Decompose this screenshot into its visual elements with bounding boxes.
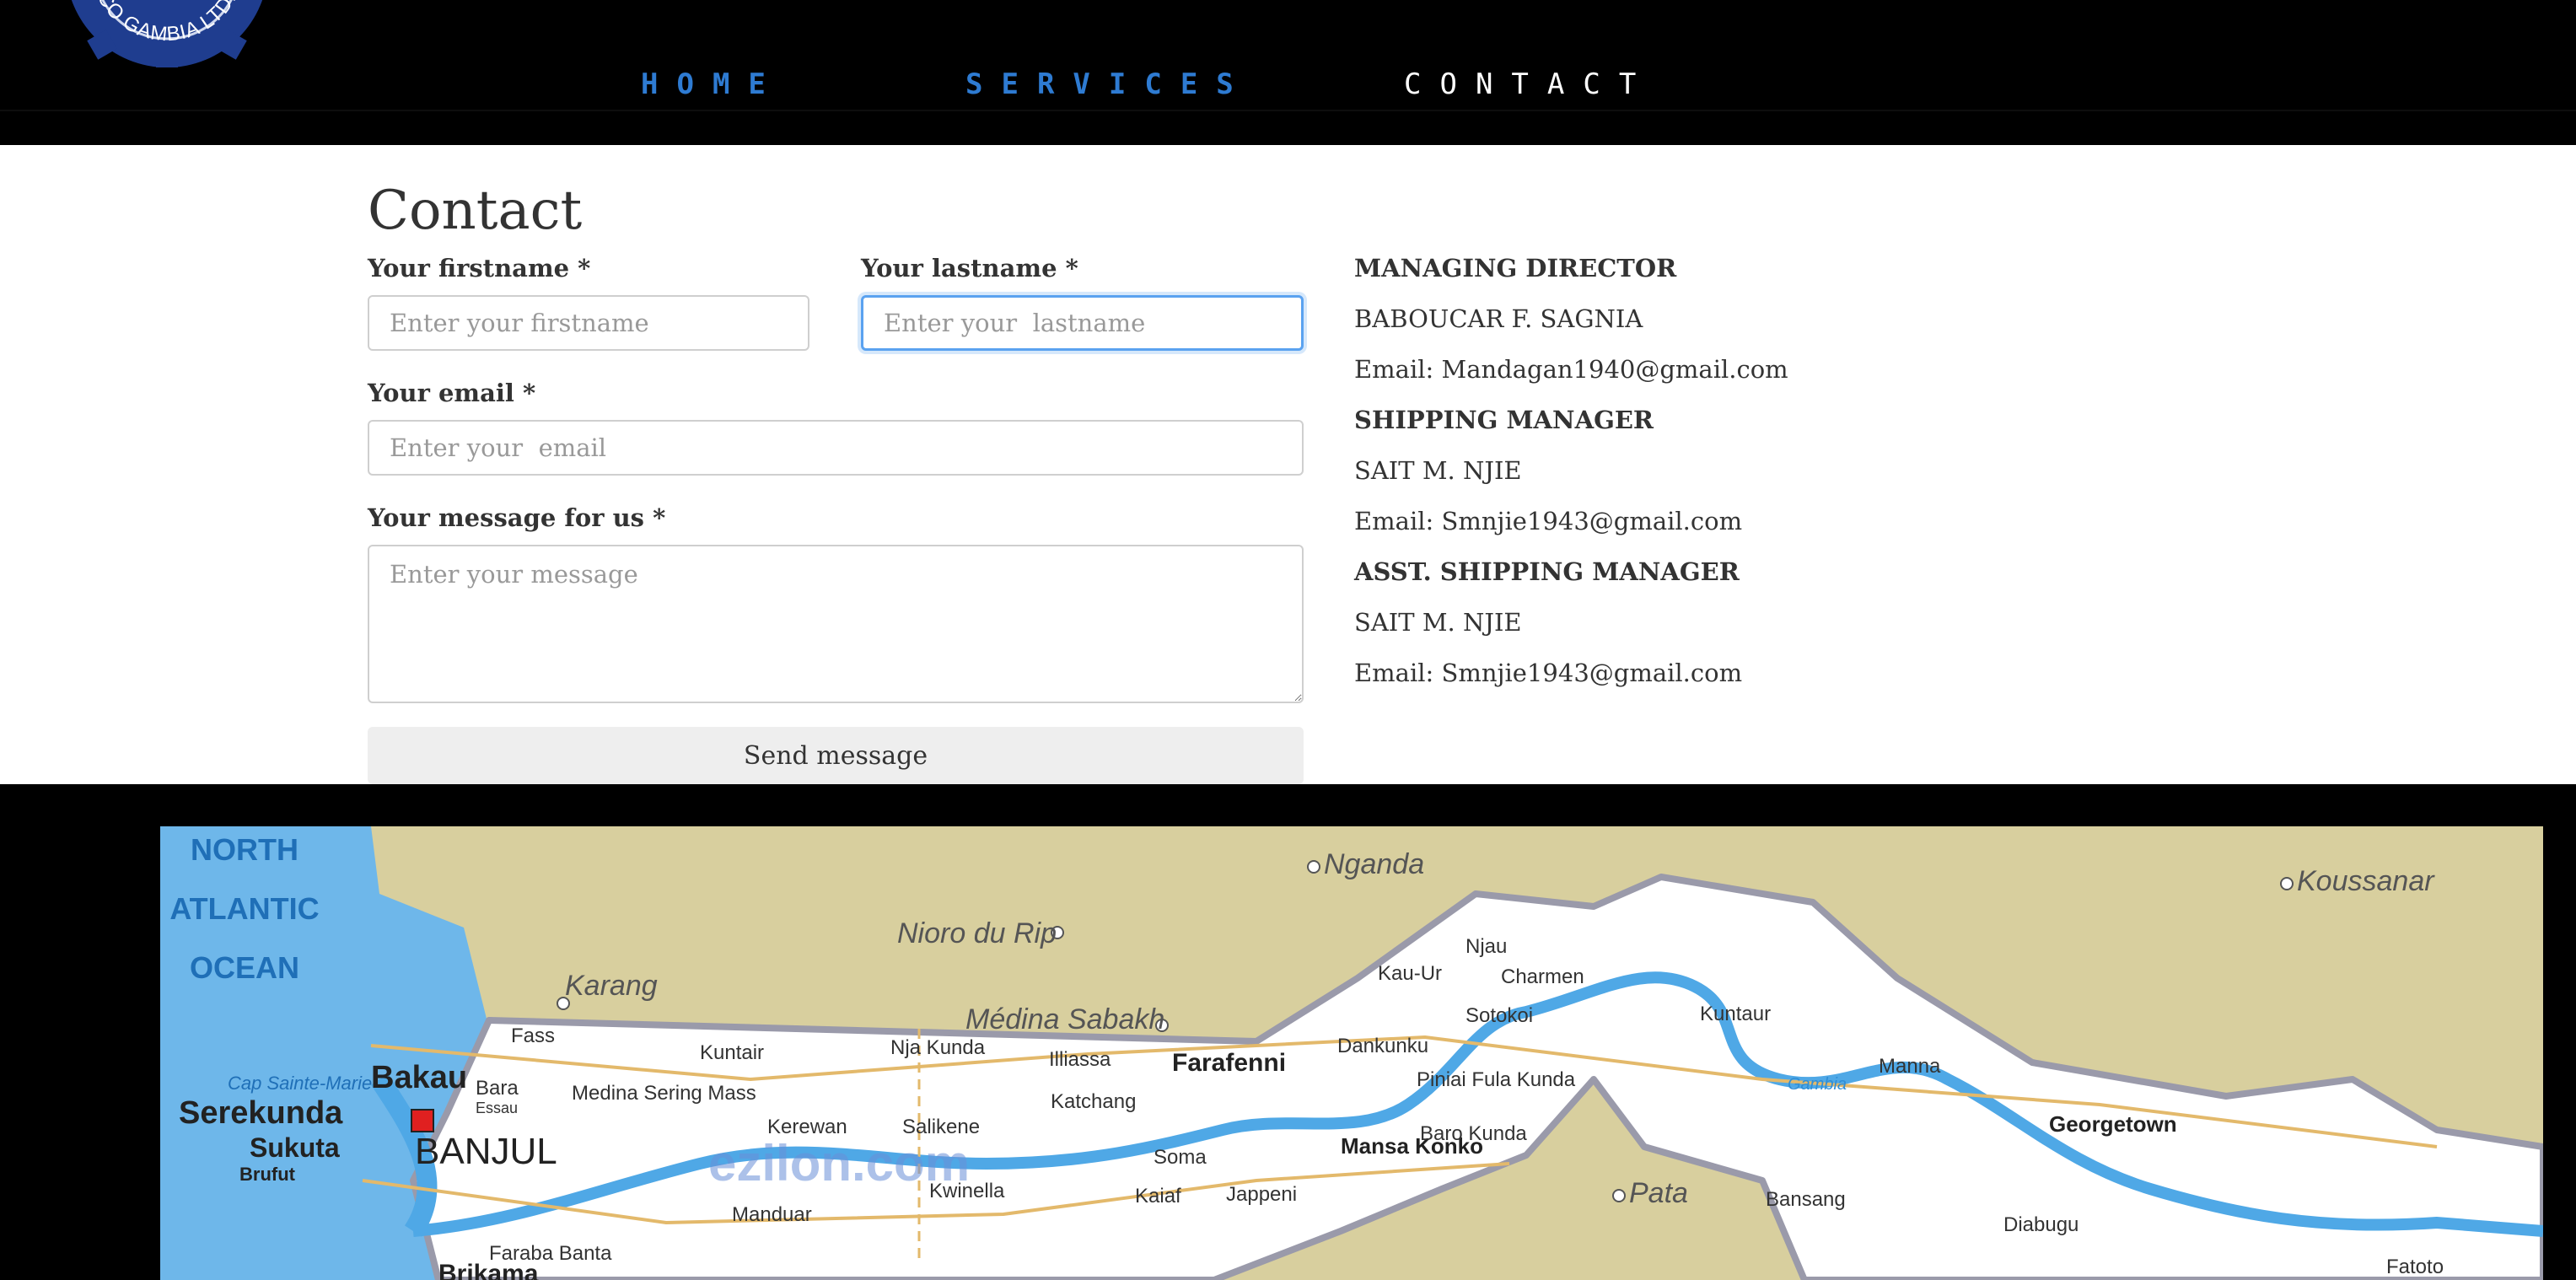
place-nganda: Nganda: [1324, 848, 1424, 880]
place-nja-kunda: Nja Kunda: [890, 1036, 986, 1059]
staff-email: Email: Smnjie1943@gmail.com: [1354, 507, 1743, 535]
staff-email: Email: Smnjie1943@gmail.com: [1354, 659, 1743, 687]
ocean-label: NORTH ATLANTIC OCEAN: [169, 832, 319, 985]
staff-name: SAIT M. NJIE: [1354, 608, 1522, 637]
place-njau: Njau: [1465, 935, 1507, 958]
place-bansang: Bansang: [1766, 1188, 1846, 1211]
place-koussanar: Koussanar: [2297, 865, 2435, 897]
message-label: Your message for us *: [368, 503, 666, 532]
firstname-label: Your firstname *: [368, 254, 591, 282]
place-kau-ur: Kau-Ur: [1378, 962, 1442, 985]
river-label: Gambia: [1788, 1075, 1847, 1094]
svg-text:ATLANTIC: ATLANTIC: [169, 891, 319, 926]
place-manduar: Manduar: [732, 1203, 812, 1226]
contact-section: Contact Your firstname * Your lastname *…: [0, 145, 2576, 784]
place-manna: Manna: [1879, 1055, 1941, 1078]
place-baro-kunda: Baro Kunda: [1420, 1122, 1527, 1145]
place-illiassa: Illiassa: [1049, 1048, 1111, 1071]
staff-name: SAIT M. NJIE: [1354, 456, 1522, 485]
nav-home[interactable]: HOME: [641, 66, 784, 103]
place-kuntair: Kuntair: [700, 1041, 764, 1064]
send-message-button[interactable]: Send message: [368, 727, 1304, 784]
gambia-map[interactable]: NORTH ATLANTIC OCEAN Nganda Koussanar Ni…: [160, 826, 2543, 1280]
map-section: NORTH ATLANTIC OCEAN Nganda Koussanar Ni…: [0, 784, 2576, 1280]
firstname-field[interactable]: [368, 295, 809, 351]
capital-marker-icon: [411, 1109, 434, 1132]
page-title: Contact: [368, 180, 583, 242]
place-nioro: Nioro du Rip: [897, 917, 1057, 949]
place-faraba-banta: Faraba Banta: [489, 1242, 612, 1265]
staff-role-managing-director: MANAGING DIRECTOR: [1354, 254, 1677, 282]
place-cap: Cap Sainte-Marie: [228, 1073, 372, 1094]
place-farafenni: Farafenni: [1172, 1049, 1286, 1077]
email-label: Your email *: [368, 379, 536, 407]
staff-role-shipping-manager: SHIPPING MANAGER: [1354, 406, 1654, 434]
place-dankunku: Dankunku: [1337, 1035, 1428, 1057]
place-katchang: Katchang: [1051, 1090, 1136, 1113]
place-banjul: BANJUL: [415, 1131, 557, 1172]
staff-email: Email: Mandagan1940@gmail.com: [1354, 355, 1788, 384]
place-piniai: Piniai Fula Kunda: [1417, 1068, 1576, 1091]
place-serekunda: Serekunda: [179, 1095, 343, 1131]
staff-role-asst-shipping-manager: ASST. SHIPPING MANAGER: [1354, 557, 1740, 586]
place-sotokoi: Sotokoi: [1465, 1004, 1533, 1027]
place-kuntaur: Kuntaur: [1700, 1003, 1771, 1025]
place-bara: Bara: [476, 1077, 519, 1100]
message-field[interactable]: [368, 545, 1304, 703]
place-charmen: Charmen: [1501, 965, 1584, 988]
place-karang: Karang: [565, 970, 658, 1002]
place-soma: Soma: [1154, 1146, 1207, 1169]
nav-contact[interactable]: CONTACT: [1404, 66, 1654, 103]
map-watermark: ezilon.com: [708, 1135, 970, 1191]
lastname-label: Your lastname *: [861, 254, 1078, 282]
place-medina-sering: Medina Sering Mass: [572, 1082, 756, 1105]
place-medina-sabakh: Médina Sabakh: [965, 1003, 1164, 1035]
place-brufut: Brufut: [239, 1164, 296, 1185]
company-logo[interactable]: CO GAMBIA LTD.: [57, 0, 277, 67]
place-fatoto: Fatoto: [2386, 1256, 2444, 1278]
place-fass: Fass: [511, 1025, 555, 1047]
nav-services[interactable]: SERVICES: [965, 66, 1252, 103]
staff-name: BABOUCAR F. SAGNIA: [1354, 304, 1643, 333]
place-jappeni: Jappeni: [1226, 1183, 1297, 1206]
place-georgetown: Georgetown: [2049, 1111, 2177, 1137]
place-kaiaf: Kaiaf: [1135, 1185, 1181, 1207]
svg-text:NORTH: NORTH: [191, 832, 298, 867]
svg-text:OCEAN: OCEAN: [190, 950, 299, 985]
lastname-field[interactable]: [861, 295, 1304, 351]
place-sukuta: Sukuta: [250, 1132, 340, 1163]
email-field[interactable]: [368, 420, 1304, 476]
place-diabugu: Diabugu: [2003, 1213, 2079, 1236]
place-bakau: Bakau: [371, 1060, 467, 1095]
place-pata: Pata: [1629, 1177, 1688, 1209]
header-divider: [0, 110, 2576, 111]
site-header: CO GAMBIA LTD. HOME SERVICES CONTACT: [0, 0, 2576, 145]
place-essau: Essau: [476, 1100, 518, 1116]
